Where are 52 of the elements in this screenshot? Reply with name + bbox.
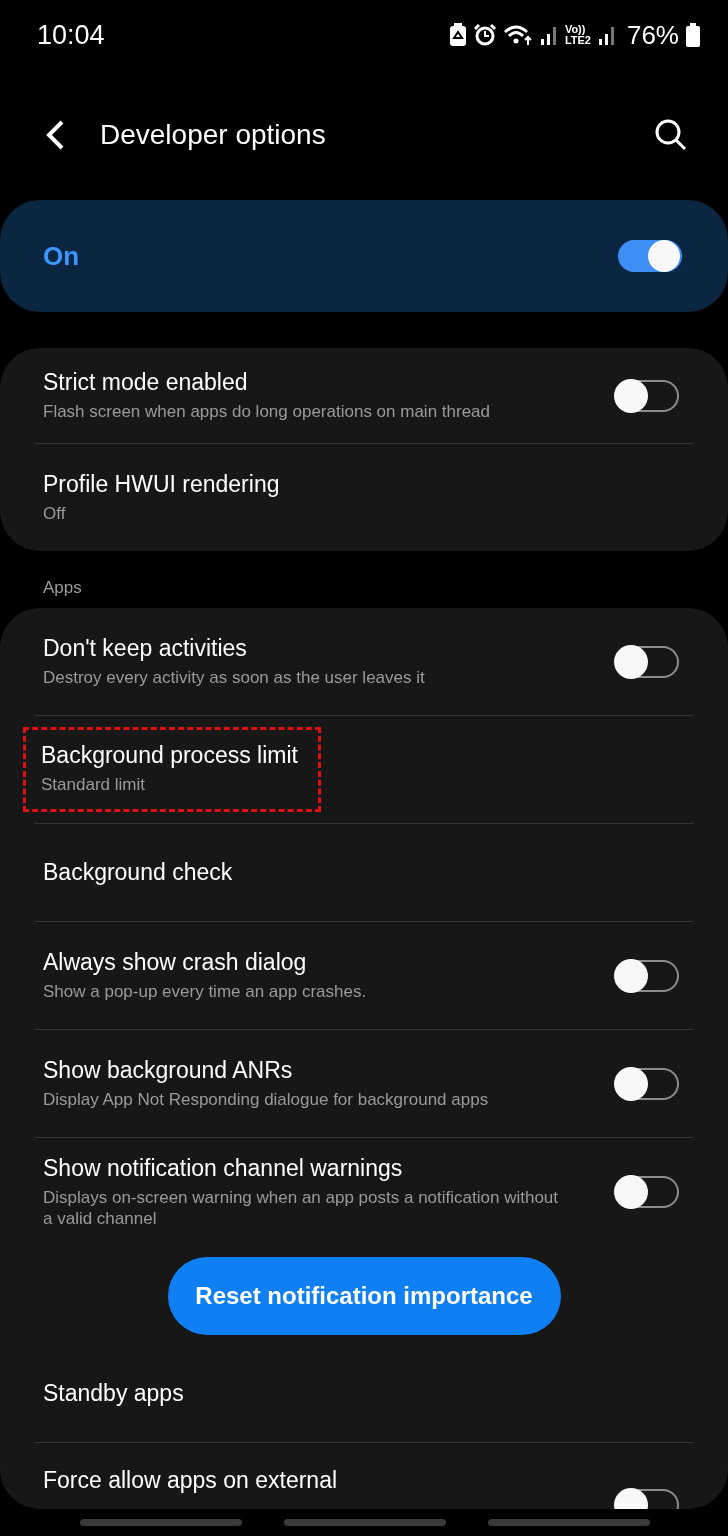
setting-summary: Off xyxy=(43,503,67,524)
setting-summary: Standard limit xyxy=(41,774,146,795)
alarm-icon xyxy=(473,24,496,46)
nav-handle[interactable] xyxy=(80,1519,242,1526)
setting-row[interactable]: Show background ANRs Display App Not Responding dialogue for background apps xyxy=(0,1030,728,1137)
nav-handle[interactable] xyxy=(284,1519,446,1526)
signal-icon xyxy=(539,25,558,45)
setting-title: Always show crash dialog xyxy=(43,949,308,976)
section-header: Apps xyxy=(43,578,82,598)
reset-button[interactable]: Reset notification importance xyxy=(167,1257,561,1335)
setting-summary: Destroy every activity as soon as the user leaves it xyxy=(43,667,425,688)
setting-summary: Display App Not Responding dialogue for background apps xyxy=(43,1089,489,1110)
setting-title: Background check xyxy=(43,859,233,886)
search-icon[interactable] xyxy=(654,118,688,152)
setting-title: Show background ANRs xyxy=(43,1057,294,1084)
setting-row[interactable]: Background check xyxy=(0,824,728,921)
toggle-switch[interactable] xyxy=(618,240,682,272)
setting-row[interactable]: Don't keep activities Destroy every activity as soon as the user leaves it xyxy=(0,608,728,715)
signal-icon xyxy=(597,25,616,45)
setting-summary: Flash screen when apps do long operations on main thread xyxy=(43,401,490,422)
volte-label: Vo)) xyxy=(564,24,586,35)
setting-title: Force allow apps on external xyxy=(43,1467,338,1494)
setting-summary: Displays on-screen warning when an app posts a notification without a valid channel xyxy=(43,1186,559,1229)
toggle-switch[interactable] xyxy=(615,645,679,678)
battery-percent: 76% xyxy=(626,19,679,51)
toggle-switch[interactable] xyxy=(615,379,679,412)
master-switch-card[interactable]: On xyxy=(0,200,728,312)
network-label: LTE2 xyxy=(564,35,591,46)
setting-row[interactable]: Strict mode enabled Flash screen when apps do long operations on main thread xyxy=(0,348,728,443)
wifi-icon xyxy=(502,24,533,46)
setting-title: Don't keep activities xyxy=(43,635,248,662)
page-title: Developer options xyxy=(100,119,327,151)
setting-title: Show notification channel warnings xyxy=(43,1154,404,1182)
setting-summary: Show a pop-up every time an app crashes. xyxy=(43,981,367,1002)
nav-handle[interactable] xyxy=(488,1519,650,1526)
setting-row[interactable]: Show notification channel warnings Displays on-screen warning when an app posts a notification without a valid channel xyxy=(0,1138,728,1245)
toggle-switch[interactable] xyxy=(615,1175,679,1208)
setting-title: Standby apps xyxy=(43,1380,184,1407)
setting-row[interactable]: Background process limit Standard limit xyxy=(0,716,728,823)
toggle-switch[interactable] xyxy=(615,1067,679,1100)
battery-saver-icon xyxy=(448,23,467,47)
setting-row[interactable]: Standby apps xyxy=(0,1345,728,1442)
battery-icon xyxy=(686,23,700,47)
clock-time: 10:04 xyxy=(37,19,105,51)
master-switch-label: On xyxy=(43,240,80,272)
setting-title: Background process limit xyxy=(41,742,298,769)
setting-row[interactable]: Profile HWUI rendering Off xyxy=(0,444,728,551)
toggle-switch[interactable] xyxy=(615,959,679,992)
setting-title: Profile HWUI rendering xyxy=(43,471,280,498)
setting-row[interactable]: Always show crash dialog Show a pop-up every time an app crashes. xyxy=(0,922,728,1029)
back-icon[interactable] xyxy=(44,119,66,151)
setting-title: Strict mode enabled xyxy=(43,369,249,396)
